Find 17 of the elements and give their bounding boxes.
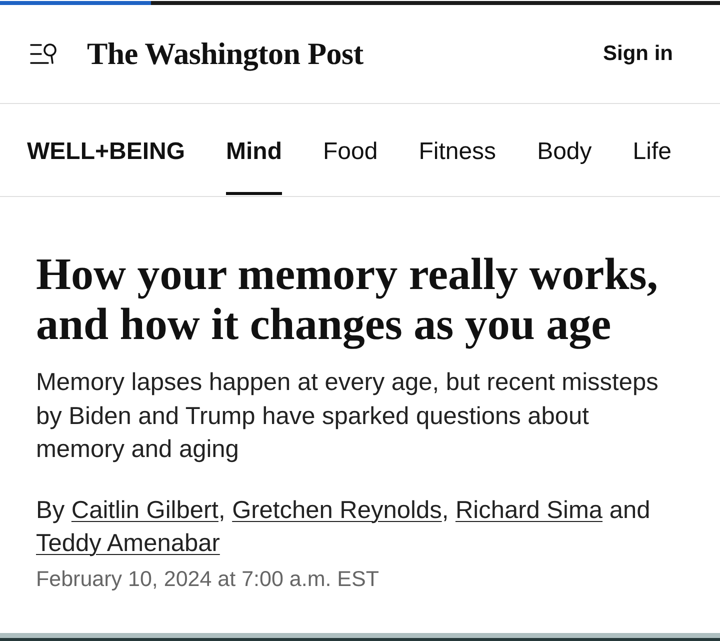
sign-in-link[interactable]: Sign in	[603, 41, 673, 67]
author-link[interactable]: Caitlin Gilbert	[71, 496, 218, 524]
nav-tab[interactable]: Life	[632, 138, 672, 195]
author-link[interactable]: Richard Sima	[455, 496, 603, 524]
byline: By Caitlin Gilbert, Gretchen Reynolds, Richard Sima and Teddy Amenabar	[36, 496, 652, 558]
site-logo[interactable]: The Washington Post	[87, 36, 364, 72]
menu-button[interactable]	[30, 43, 57, 65]
author-link[interactable]: Gretchen Reynolds	[232, 496, 442, 524]
publish-date: February 10, 2024 at 7:00 a.m. EST	[36, 566, 380, 592]
menu-search-icon	[30, 43, 57, 65]
nav-tab[interactable]: Body	[537, 138, 592, 195]
subheadline: Memory lapses happen at every age, but recent missteps by Biden and Trump have sparked questions about memory and aging	[36, 368, 660, 465]
author-link[interactable]: Teddy Amenabar	[36, 530, 220, 556]
section-title-link[interactable]: WELL+BEING	[27, 138, 186, 195]
nav-tab[interactable]: Fitness	[418, 138, 496, 195]
nav-tab[interactable]: Food	[323, 138, 378, 195]
headline: How your memory really works, and how it changes as you age	[36, 249, 660, 349]
